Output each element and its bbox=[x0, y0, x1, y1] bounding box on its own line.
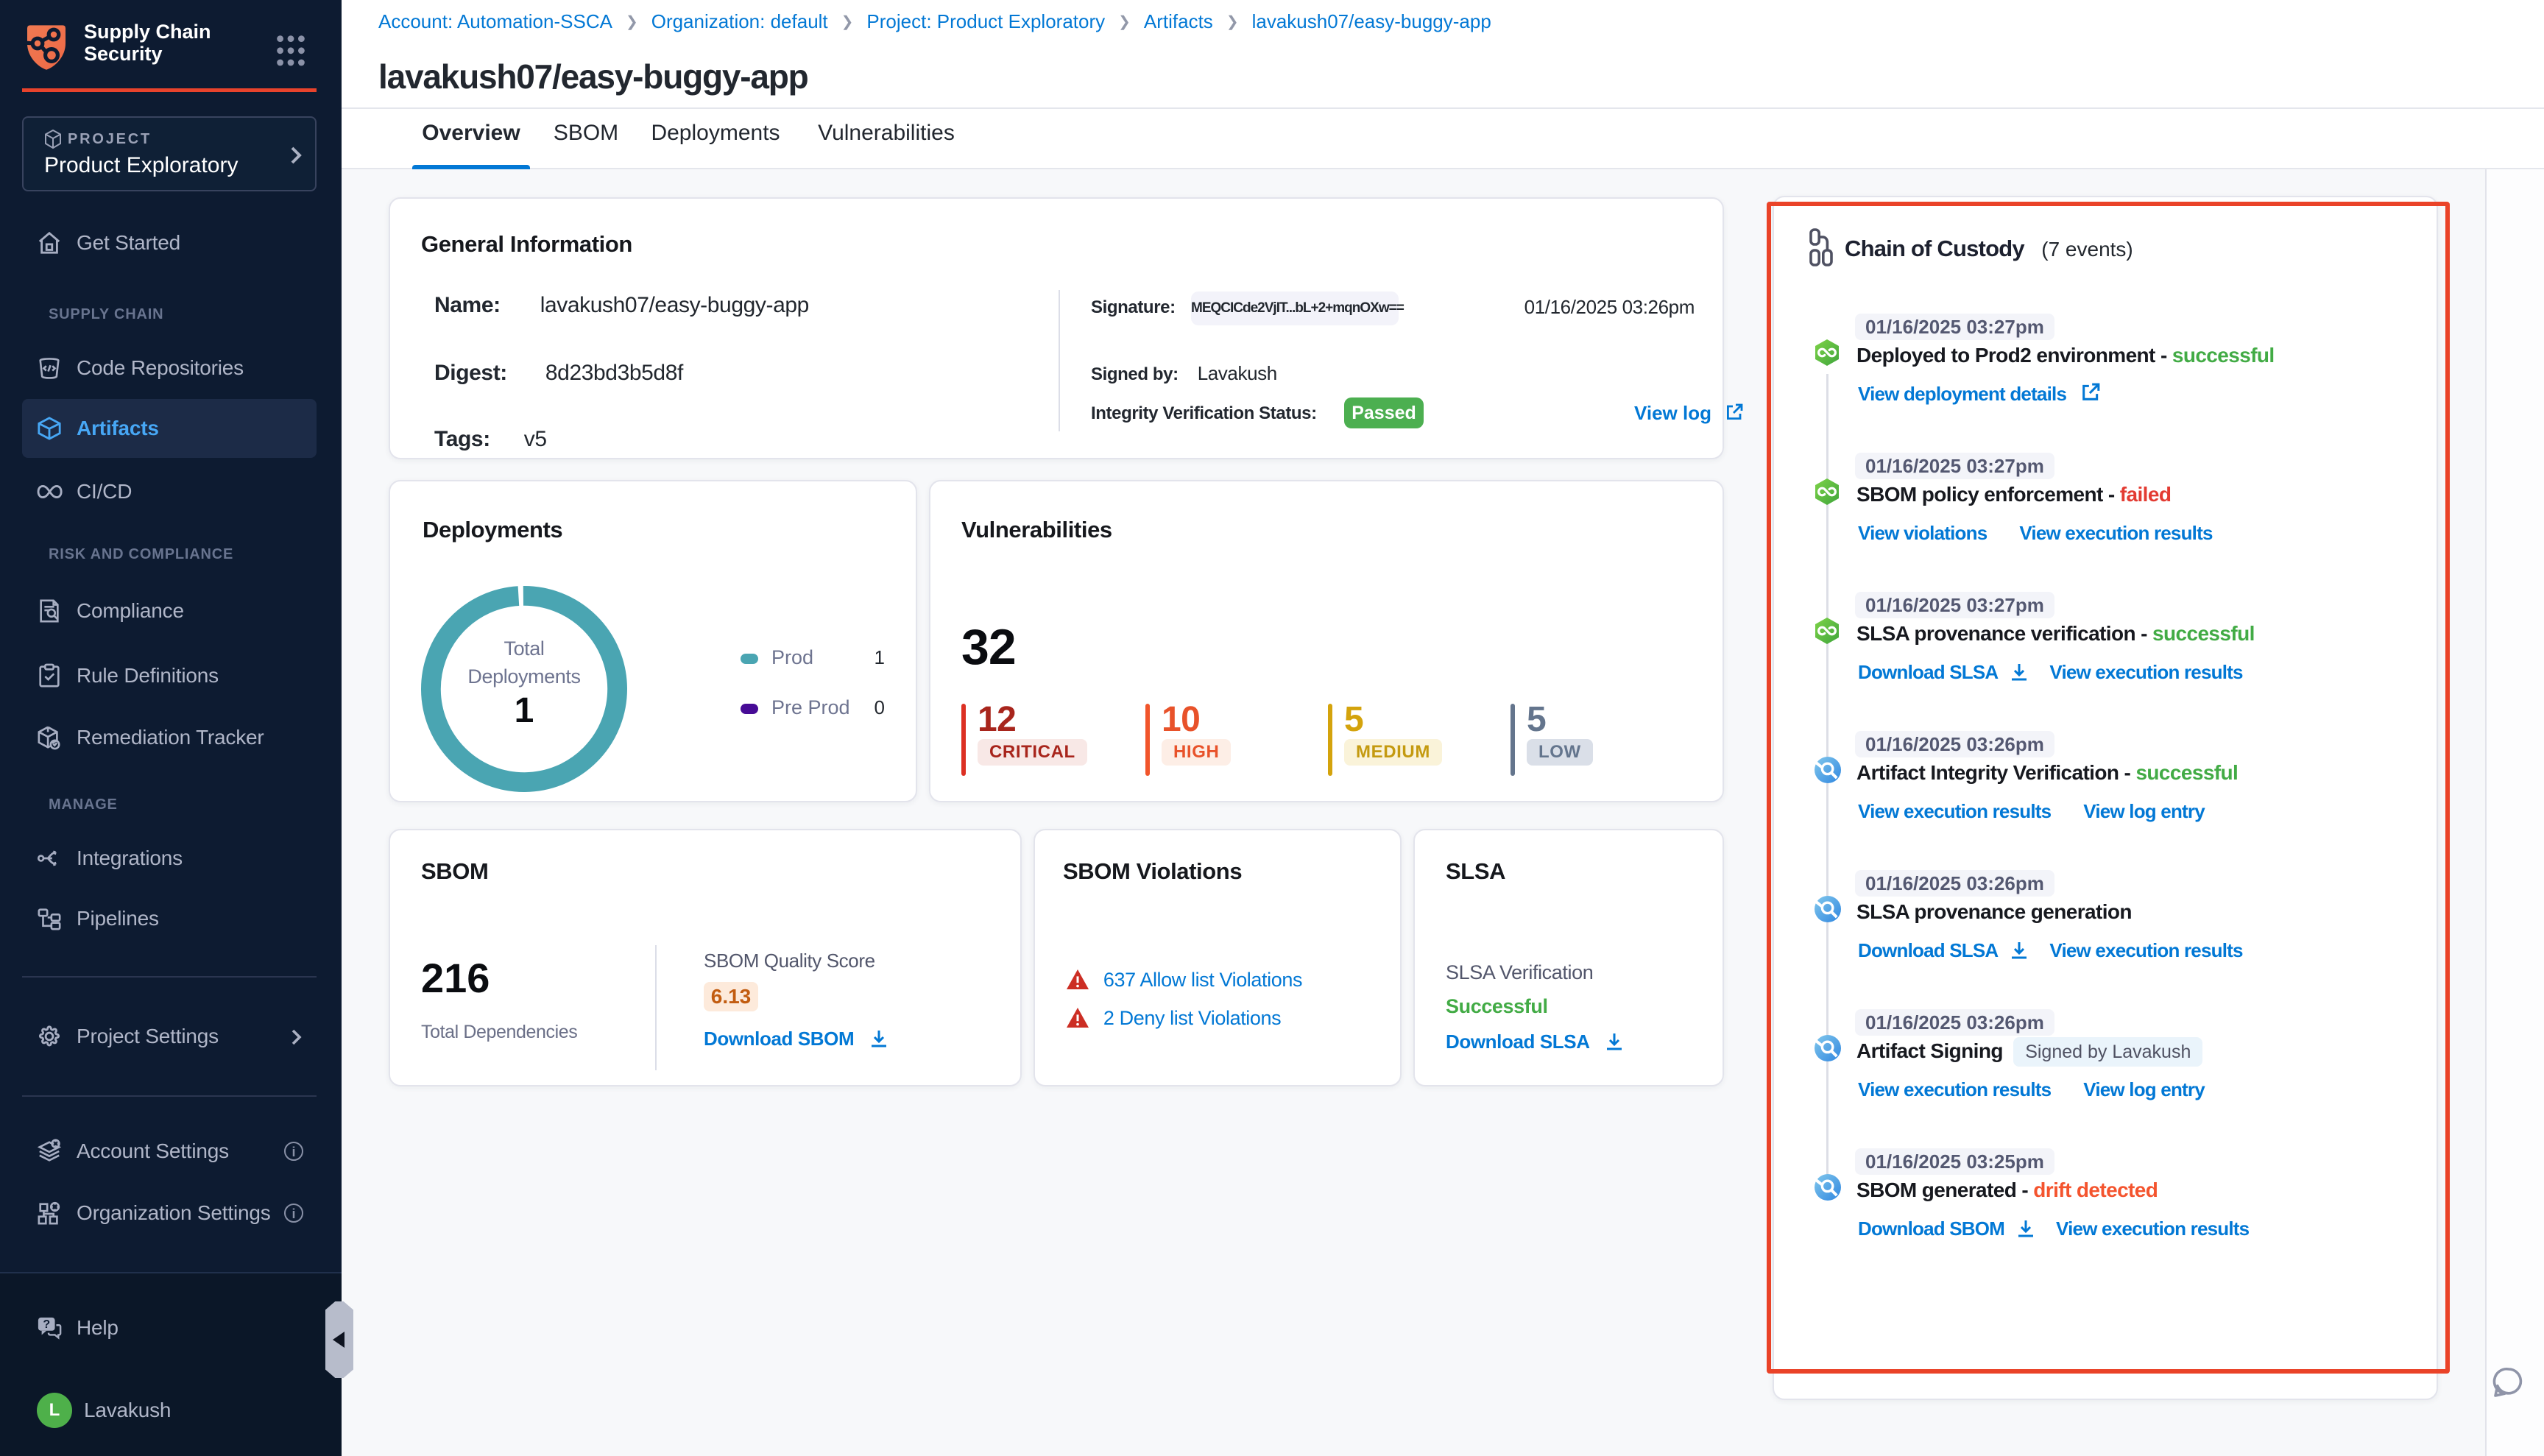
svg-text:?: ? bbox=[43, 1318, 50, 1331]
